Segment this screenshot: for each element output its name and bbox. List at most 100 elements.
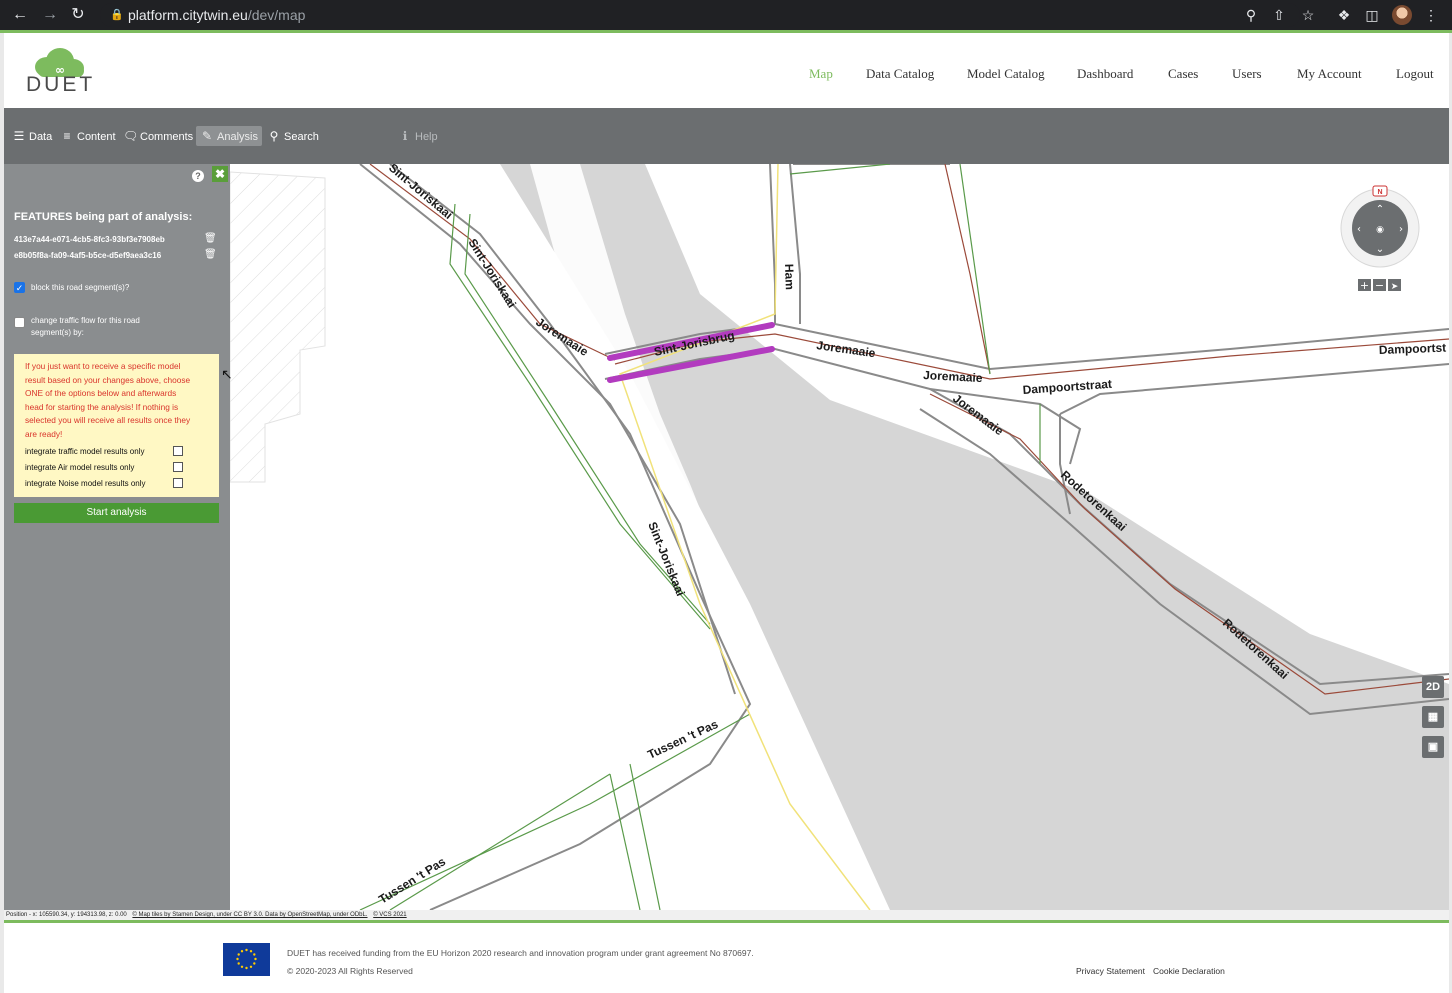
zoom-icon[interactable]: ⚲: [1242, 6, 1260, 24]
eye-icon[interactable]: ◉: [1376, 225, 1384, 235]
map-icon[interactable]: ▣: [1422, 736, 1444, 758]
toolbar-analysis-button[interactable]: ✎ Analysis: [196, 126, 262, 146]
view-2d-button[interactable]: 2D: [1422, 676, 1444, 698]
nav-data-catalog[interactable]: Data Catalog: [866, 66, 934, 82]
close-panel-icon[interactable]: ✖: [212, 166, 228, 182]
toolbar-content-label: Content: [77, 131, 116, 143]
change-traffic-checkbox[interactable]: [14, 317, 25, 328]
change-traffic-label-1: change traffic flow for this road: [31, 316, 140, 325]
browser-chrome: ← → ↻ 🔒 platform.citytwin.eu/dev/map ⚲ ⇧…: [0, 0, 1452, 30]
copyright-text: © 2020-2023 All Rights Reserved: [287, 966, 413, 976]
search-icon: ⚲: [269, 129, 279, 143]
url-host: platform.citytwin.eu: [128, 7, 248, 23]
feature-id-2: e8b05f8a-fa09-4af5-b5ce-d5ef9aea3c16: [14, 251, 162, 260]
funding-text: DUET has received funding from the EU Ho…: [287, 948, 754, 958]
back-icon[interactable]: ←: [10, 5, 30, 25]
nav-cases[interactable]: Cases: [1168, 66, 1198, 82]
water-area: [500, 164, 1449, 910]
mouse-cursor-icon: ↖: [221, 366, 233, 382]
cookie-declaration-link[interactable]: Cookie Declaration: [1153, 966, 1225, 976]
nav-my-account[interactable]: My Account: [1297, 66, 1362, 82]
delete-feature-1-icon[interactable]: 🗑: [204, 233, 217, 244]
url-path: /dev/map: [247, 7, 306, 23]
pan-left-icon[interactable]: ‹: [1357, 224, 1361, 235]
toolbar-content-button[interactable]: ≡ Content: [56, 126, 120, 146]
vcs-attribution-link[interactable]: © VCS 2021: [373, 912, 406, 918]
analysis-panel: ? ✖ FEATURES being part of analysis: 413…: [4, 164, 230, 910]
help-question-icon[interactable]: ?: [192, 170, 204, 182]
nav-model-catalog[interactable]: Model Catalog: [967, 66, 1045, 82]
option-air-checkbox[interactable]: [173, 462, 183, 472]
toolbar-search-button[interactable]: ⚲ Search: [263, 126, 323, 146]
toolbar-comments-label: Comments: [140, 131, 194, 143]
position-readout: Position - x: 105590.34, y: 194313.98, z…: [6, 912, 127, 918]
toolbar-comments-button[interactable]: 🗨 Comments: [119, 126, 197, 146]
label-ham: Ham: [782, 264, 797, 290]
block-road-label: block this road segment(s)?: [31, 283, 130, 292]
pan-right-icon[interactable]: ›: [1399, 224, 1403, 235]
forward-icon[interactable]: →: [40, 5, 60, 25]
toolbar-data-button[interactable]: ☰ Data: [8, 126, 56, 146]
nav-dashboard[interactable]: Dashboard: [1077, 66, 1133, 82]
grid-layers-icon[interactable]: ▦: [1422, 706, 1444, 728]
share-icon[interactable]: ⇧: [1270, 6, 1288, 24]
side-panel-icon[interactable]: ◫: [1363, 6, 1381, 24]
pan-up-icon[interactable]: ⌃: [1376, 204, 1384, 215]
option-traffic-checkbox[interactable]: [173, 446, 183, 456]
option-noise-label: integrate Noise model results only: [25, 479, 146, 488]
compass-north-label: N: [1377, 189, 1382, 196]
page-footer: DUET has received funding from the EU Ho…: [0, 920, 1452, 993]
list-icon: ≡: [63, 129, 71, 143]
map-toolbar: ☰ Data ≡ Content 🗨 Comments ✎ Analysis ⚲ Sear…: [4, 108, 1449, 164]
toolbar-help-button[interactable]: ℹ Help: [394, 126, 442, 146]
hatched-area: [230, 171, 326, 483]
label-joremaaie-3: Joremaaie: [923, 368, 983, 385]
start-analysis-button[interactable]: Start analysis: [14, 503, 219, 523]
eu-flag-icon: [223, 943, 270, 976]
toolbar-analysis-label: Analysis: [217, 131, 258, 143]
notice-text: If you just want to receive a specific m…: [25, 361, 191, 439]
label-tussen-pas-1: Tussen 't Pas: [645, 717, 720, 762]
nav-users[interactable]: Users: [1232, 66, 1262, 82]
svg-text:➤: ➤: [1391, 282, 1399, 292]
block-road-checkbox[interactable]: ✓: [14, 282, 25, 293]
map-canvas[interactable]: Sint-Joriskaai Sint-Joriskaai Joremaaie …: [230, 164, 1449, 910]
info-icon: ℹ: [402, 129, 408, 143]
tiles-attribution-link[interactable]: © Map tiles by Stamen Design, under CC B…: [132, 912, 367, 918]
delete-feature-2-icon[interactable]: 🗑: [204, 249, 217, 260]
features-title: FEATURES being part of analysis:: [14, 211, 193, 223]
option-air-label: integrate Air model results only: [25, 463, 135, 472]
svg-text:−: −: [1375, 279, 1384, 292]
profile-avatar[interactable]: [1392, 5, 1412, 25]
svg-text:+: +: [1360, 279, 1369, 292]
toolbar-data-label: Data: [29, 131, 53, 143]
toolbar-help-label: Help: [415, 131, 438, 143]
option-noise-checkbox[interactable]: [173, 478, 183, 488]
comments-icon: 🗨: [123, 129, 139, 143]
map-attribution: Position - x: 105590.34, y: 194313.98, z…: [4, 910, 1449, 920]
label-joremaaie-2: Joremaaie: [816, 338, 877, 360]
extensions-icon[interactable]: ❖: [1335, 6, 1353, 24]
menu-dots-icon[interactable]: ⋮: [1422, 6, 1440, 24]
reload-icon[interactable]: ↻: [68, 5, 88, 25]
nav-map[interactable]: Map: [809, 66, 833, 82]
bookmark-star-icon[interactable]: ☆: [1299, 6, 1317, 24]
label-dampoortstraat-2: Dampoortst: [1379, 341, 1447, 357]
address-bar[interactable]: 🔒 platform.citytwin.eu/dev/map: [100, 3, 1300, 27]
pencil-icon: ✎: [201, 129, 213, 143]
feature-id-1: 413e7a44-e071-4cb5-8fc3-93bf3e7908eb: [14, 235, 165, 244]
logo-text: DUET: [26, 73, 96, 96]
model-options-notice: If you just want to receive a specific m…: [14, 354, 219, 497]
privacy-statement-link[interactable]: Privacy Statement: [1076, 966, 1145, 976]
option-traffic-label: integrate traffic model results only: [25, 447, 145, 456]
pan-down-icon[interactable]: ⌄: [1376, 244, 1384, 255]
lock-icon: 🔒: [110, 9, 124, 21]
map-view[interactable]: Sint-Joriskaai Sint-Joriskaai Joremaaie …: [230, 164, 1449, 910]
database-icon: ☰: [13, 129, 25, 143]
change-traffic-label-2: segment(s) by:: [31, 328, 84, 337]
compass-navigator[interactable]: N ⌃ ⌄ ‹ › ◉: [1340, 185, 1420, 268]
app-header: ∞ DUET Map Data Catalog Model Catalog Da…: [4, 33, 1448, 108]
toolbar-search-label: Search: [284, 131, 319, 143]
zoom-controls: + − ➤: [1358, 279, 1401, 292]
nav-logout[interactable]: Logout: [1396, 66, 1434, 82]
